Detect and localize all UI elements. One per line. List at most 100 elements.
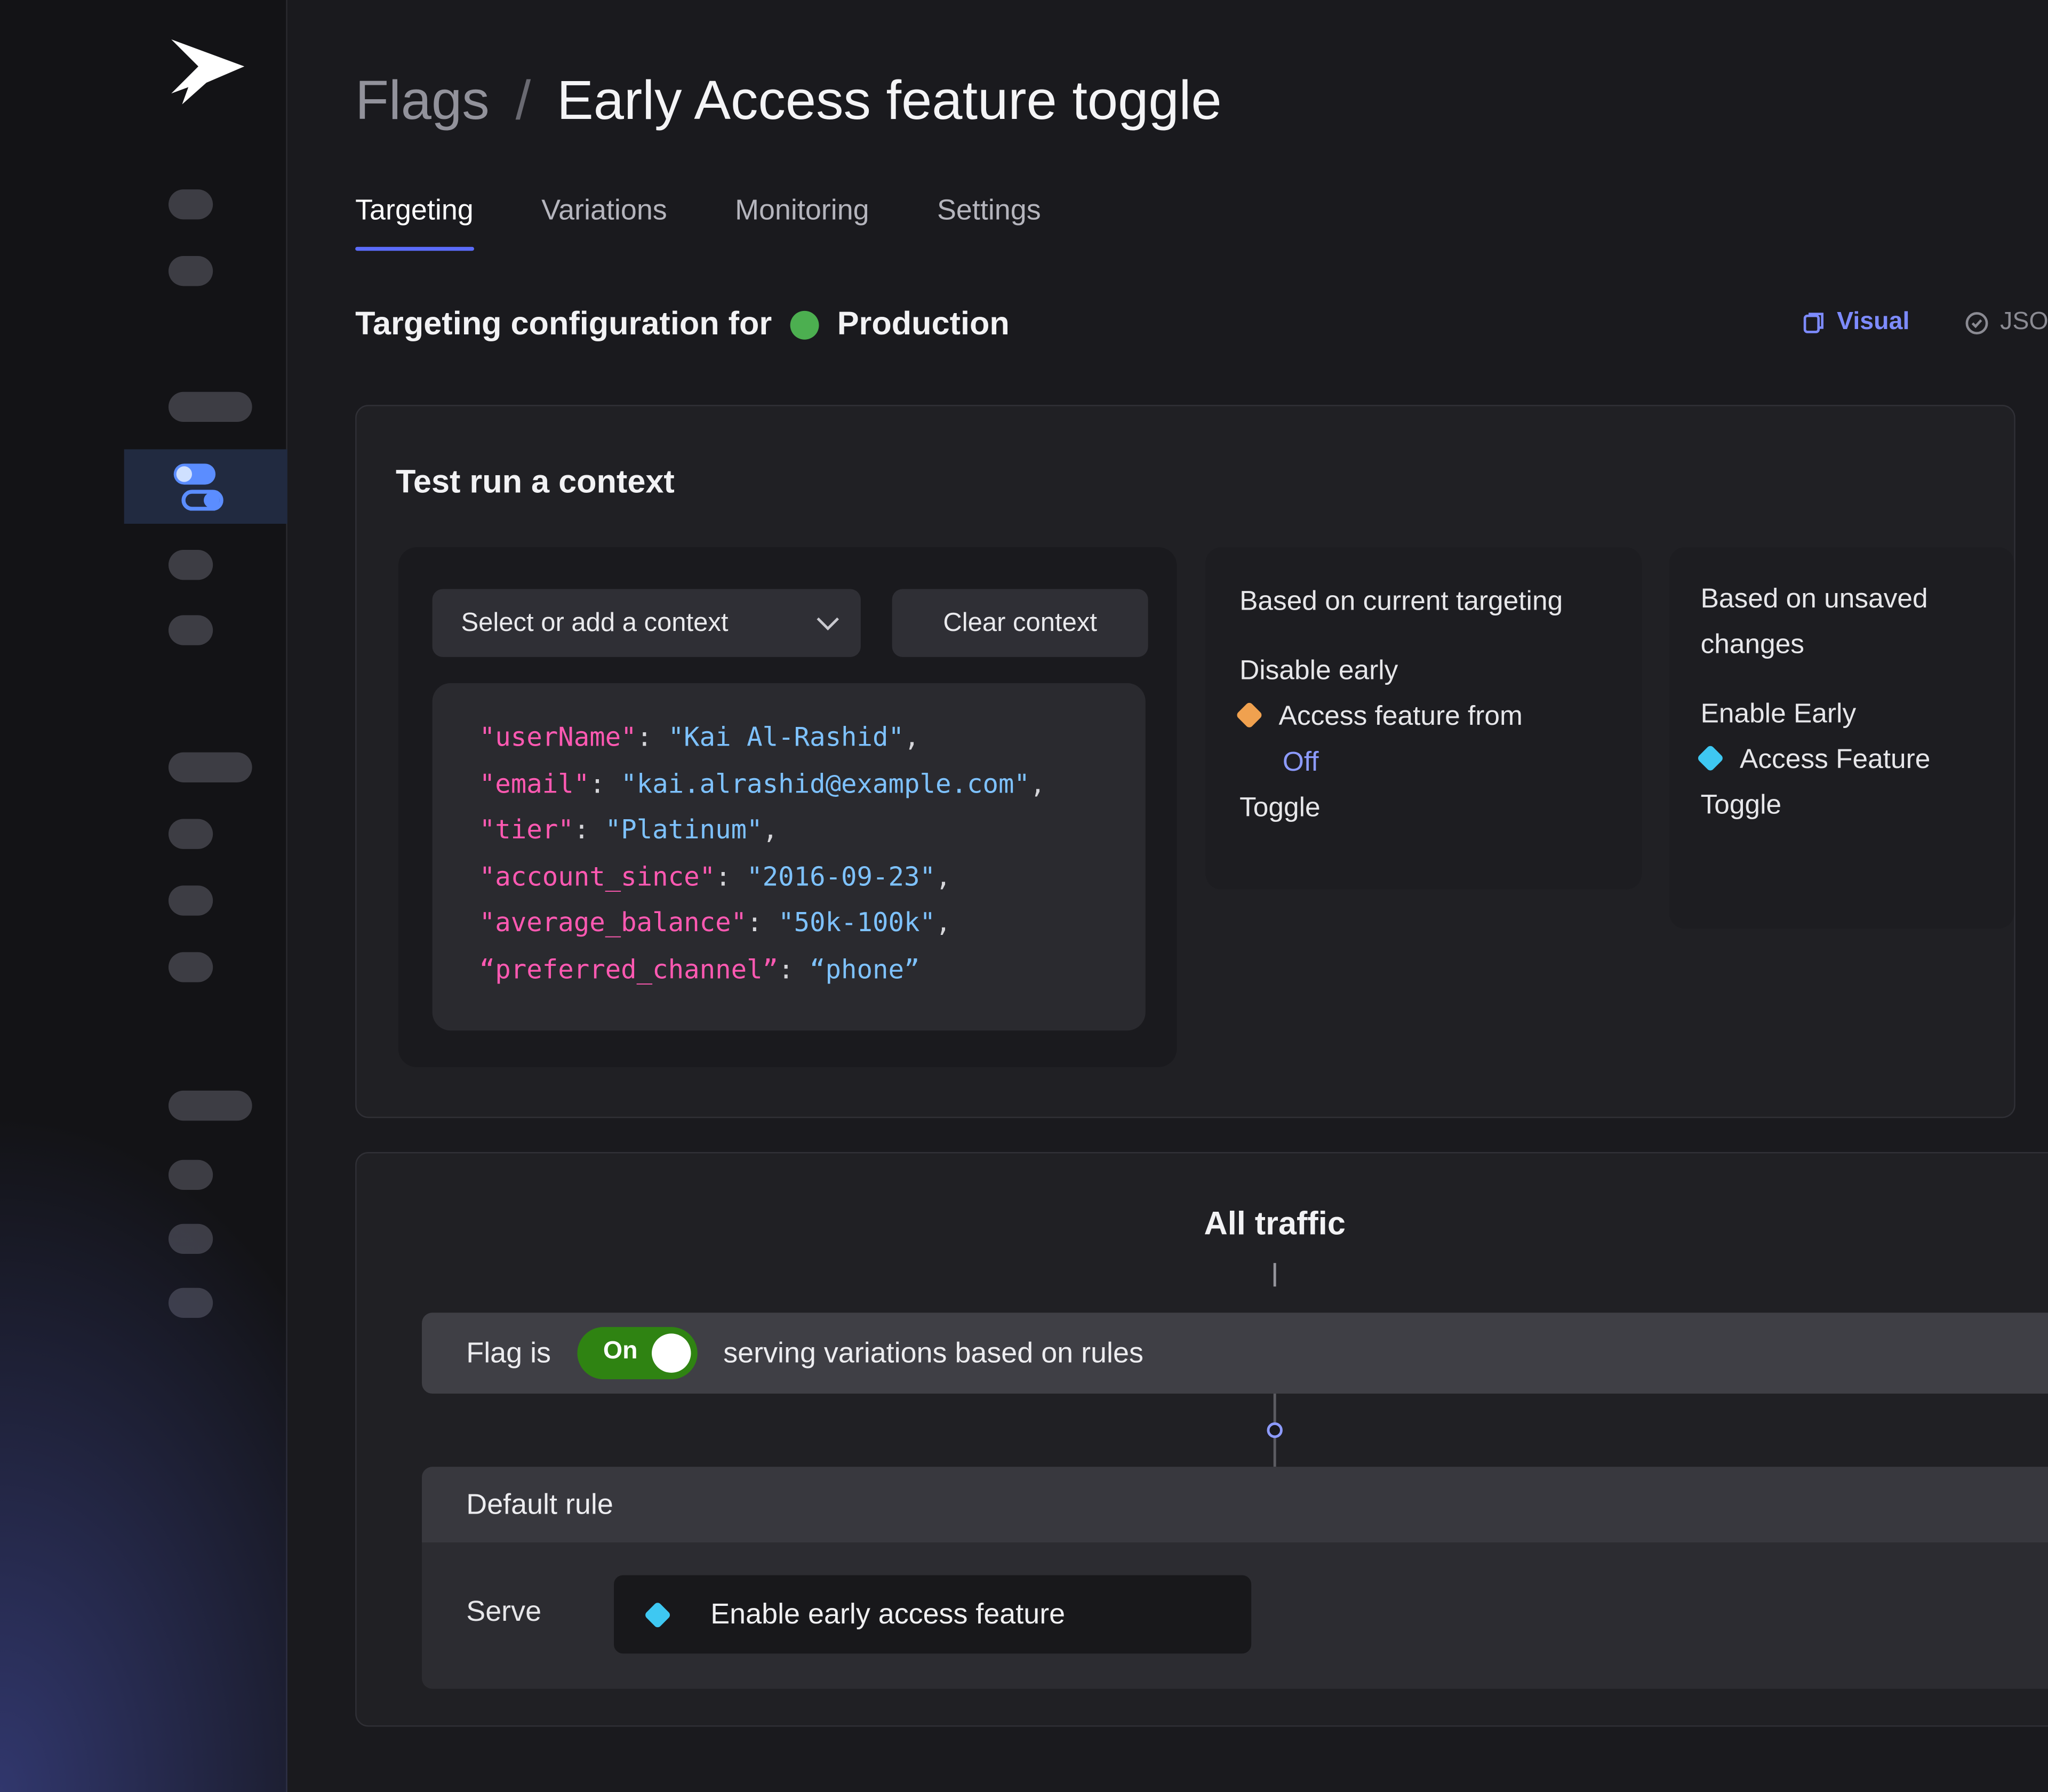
json-view-label: JSON <box>2000 308 2048 337</box>
visual-view-button[interactable]: Visual <box>1802 308 1909 337</box>
context-select-value: Select or add a context <box>461 608 728 638</box>
visual-view-icon <box>1802 310 1827 335</box>
unsaved-panel-title: Based on unsaved changes <box>1701 576 1983 667</box>
current-panel-suffix: Toggle <box>1239 785 1608 831</box>
chevron-down-icon <box>817 608 839 630</box>
current-targeting-result-panel: Based on current targeting Disable early… <box>1205 547 1642 890</box>
all-traffic-label: All traffic <box>1204 1205 1346 1243</box>
context-value: "kai.alrashid@example.com" <box>621 767 1030 799</box>
context-line: "tier": "Platinum", <box>479 807 1146 853</box>
clear-context-button[interactable]: Clear context <box>892 589 1148 657</box>
test-run-title: Test run a context <box>396 463 675 501</box>
unsaved-panel-suffix: Toggle <box>1701 782 1983 828</box>
current-panel-feature: Access feature from <box>1279 701 1523 731</box>
current-panel-variation-line: Off <box>1239 739 1608 785</box>
config-title-text: Targeting configuration for <box>355 306 772 343</box>
environment-name: Production <box>837 306 1010 343</box>
context-key: "account_since" <box>479 860 715 892</box>
page-title: Early Access feature toggle <box>557 69 1221 131</box>
sidebar-nav-placeholder[interactable] <box>169 1288 213 1318</box>
context-line: “preferred_channel”: “phone” <box>479 946 1146 993</box>
context-value: "Platinum" <box>605 814 763 845</box>
context-select[interactable]: Select or add a context <box>433 589 861 657</box>
flag-toggle-state-label: On <box>603 1338 638 1366</box>
sidebar-nav-placeholder[interactable] <box>169 819 213 849</box>
context-line: "userName": "Kai Al-Rashid", <box>479 715 1146 761</box>
context-line: "email": "kai.alrashid@example.com", <box>479 761 1146 807</box>
context-key: "tier" <box>479 814 574 845</box>
context-comma: , <box>935 860 951 892</box>
unsaved-panel-feature-line: Access Feature <box>1701 737 1983 782</box>
flag-status-row: Flag is On serving variations based on r… <box>422 1313 2048 1394</box>
tab-settings[interactable]: Settings <box>937 193 1041 251</box>
tab-variations[interactable]: Variations <box>541 193 667 251</box>
tab-bar: Targeting Variations Monitoring Settings <box>355 193 1041 251</box>
context-line: "account_since": "2016-09-23", <box>479 853 1146 900</box>
context-value: "2016-09-23" <box>747 860 935 892</box>
default-rule-block: Default rule Serve Enable early access f… <box>422 1467 2048 1689</box>
context-value: "50k-100k" <box>778 907 935 938</box>
json-view-button[interactable]: JSON <box>1965 308 2048 337</box>
serve-variation-label: Enable early access feature <box>710 1597 1065 1631</box>
context-value: “phone” <box>810 953 919 985</box>
current-panel-action: Disable early <box>1239 648 1608 694</box>
context-sep: : <box>715 860 747 892</box>
context-sep: : <box>589 767 621 799</box>
breadcrumb: Flags/Early Access feature toggle <box>355 68 1221 133</box>
flag-status-prefix: Flag is <box>466 1336 551 1370</box>
context-comma: , <box>763 814 779 845</box>
unsaved-panel-action: Enable Early <box>1701 691 1983 737</box>
serve-variation-select[interactable]: Enable early access feature <box>613 1574 1253 1655</box>
flag-status-suffix: serving variations based on rules <box>723 1336 1143 1370</box>
tab-monitoring[interactable]: Monitoring <box>735 193 869 251</box>
json-view-icon <box>1965 310 1990 335</box>
serve-label: Serve <box>466 1595 541 1629</box>
sidebar-nav-placeholder[interactable] <box>169 256 213 286</box>
visual-view-label: Visual <box>1837 308 1909 337</box>
sidebar-nav-placeholder[interactable] <box>169 885 213 915</box>
context-key: "email" <box>479 767 589 799</box>
default-rule-body: Serve Enable early access feature <box>422 1542 2048 1689</box>
current-variation-link[interactable]: Off <box>1283 747 1319 777</box>
sidebar-nav-placeholder[interactable] <box>169 189 213 219</box>
config-header-row: Targeting configuration for Production V… <box>355 306 2048 350</box>
sidebar-nav-placeholder[interactable] <box>169 1160 213 1190</box>
environment-status-dot <box>790 310 819 339</box>
context-sep: : <box>778 953 810 985</box>
context-input-panel: Select or add a context Clear context "u… <box>398 547 1177 1067</box>
tab-targeting[interactable]: Targeting <box>355 193 474 251</box>
breadcrumb-flags-link[interactable]: Flags <box>355 69 490 131</box>
unsaved-panel-feature: Access Feature <box>1740 745 1930 774</box>
rule-connector-handle[interactable] <box>1267 1422 1283 1438</box>
config-title: Targeting configuration for Production <box>355 306 2048 343</box>
context-key: “preferred_channel” <box>479 953 778 985</box>
context-key: "average_balance" <box>479 907 747 938</box>
context-key: "userName" <box>479 721 637 753</box>
sidebar-item-flags-active[interactable] <box>124 449 287 524</box>
test-run-context-card: Test run a context Select or add a conte… <box>355 405 2015 1118</box>
default-rule-header[interactable]: Default rule <box>422 1467 2048 1542</box>
flag-on-toggle[interactable]: On <box>577 1327 697 1379</box>
targeting-rules-card: All traffic Flag is On serving variation… <box>355 1152 2048 1727</box>
context-sep: : <box>637 721 668 753</box>
flags-toggle-icon <box>174 463 226 510</box>
app-logo-icon[interactable] <box>159 34 249 110</box>
sidebar-nav-placeholder[interactable] <box>169 392 252 422</box>
unsaved-changes-result-panel: Based on unsaved changes Enable Early Ac… <box>1669 547 2014 929</box>
sidebar-nav-placeholder[interactable] <box>169 1224 213 1254</box>
sidebar-nav-placeholder[interactable] <box>169 615 213 645</box>
flag-toggle-knob <box>652 1333 691 1372</box>
context-comma: , <box>904 721 920 753</box>
variation-diamond-cyan-icon <box>644 1601 671 1628</box>
context-json-editor[interactable]: "userName": "Kai Al-Rashid", "email": "k… <box>433 683 1146 1030</box>
sidebar-nav-placeholder[interactable] <box>169 952 213 982</box>
sidebar-nav-placeholder[interactable] <box>169 1091 252 1121</box>
sidebar-nav-placeholder[interactable] <box>169 753 252 782</box>
variation-diamond-cyan-icon <box>1697 745 1724 772</box>
context-comma: , <box>1030 767 1046 799</box>
current-panel-title: Based on current targeting <box>1239 579 1608 625</box>
context-sep: : <box>574 814 605 845</box>
variation-diamond-orange-icon <box>1235 701 1263 729</box>
sidebar-nav-placeholder[interactable] <box>169 550 213 580</box>
traffic-connector-tick <box>1274 1263 1276 1286</box>
